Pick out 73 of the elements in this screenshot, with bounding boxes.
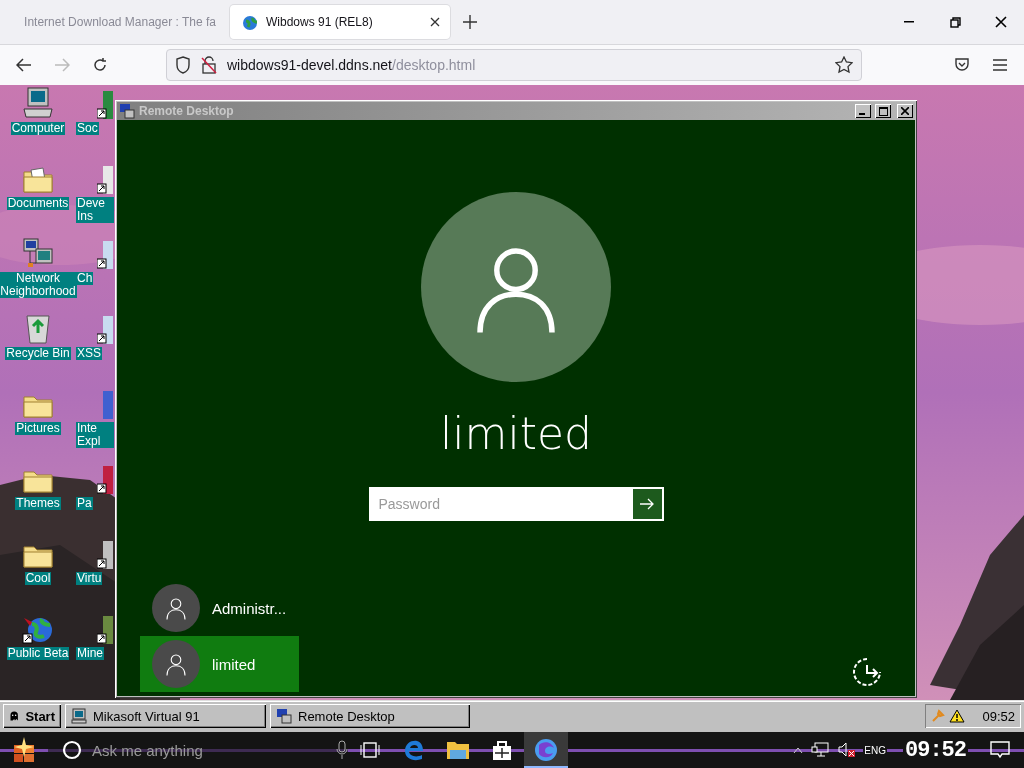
restore-icon — [949, 16, 961, 28]
address-field[interactable]: wibdows91-devel.ddns.net/desktop.html — [166, 49, 862, 81]
icon-label[interactable]: Computer — [10, 122, 66, 135]
browser-tab[interactable]: Wibdows 91 (REL8) — [230, 5, 450, 39]
close-icon — [995, 16, 1007, 28]
computer-icon — [276, 708, 292, 724]
submit-button[interactable] — [630, 487, 664, 521]
warning-icon — [949, 709, 965, 723]
network-icon[interactable] — [22, 237, 54, 269]
maximize-button[interactable] — [875, 104, 891, 118]
user-item[interactable]: Administr... — [140, 580, 299, 636]
edge-icon — [403, 739, 425, 761]
back-arrow-icon — [16, 58, 32, 72]
documents-folder-icon[interactable] — [22, 166, 54, 194]
icon-label[interactable]: Soc — [76, 122, 99, 135]
icon-label[interactable]: XSS — [76, 347, 102, 360]
window-title: Remote Desktop — [139, 104, 235, 118]
star-icon[interactable] — [835, 56, 853, 74]
icon-label[interactable]: Deve Ins — [76, 197, 114, 223]
icon-label[interactable]: Inte Expl — [76, 422, 114, 448]
microphone-icon[interactable] — [336, 740, 348, 760]
plus-icon — [463, 15, 477, 29]
taskbar-button[interactable]: Remote Desktop — [270, 704, 470, 728]
circle-icon — [62, 740, 82, 760]
clock: 09:52 — [982, 708, 1015, 724]
user-item[interactable]: limited — [140, 636, 299, 692]
person-icon — [164, 652, 188, 676]
ghost-icon — [9, 709, 20, 723]
computer-icon[interactable] — [23, 87, 53, 119]
insecure-lock-icon — [201, 56, 217, 74]
user-name: limited — [440, 408, 592, 459]
icon-label[interactable]: Public Beta — [6, 647, 70, 660]
volume-muted-icon[interactable] — [837, 742, 856, 758]
ease-of-access-icon[interactable] — [851, 656, 883, 688]
start-button[interactable]: Start — [3, 704, 61, 728]
icon-label[interactable]: Recycle Bin — [5, 347, 71, 360]
forward-arrow-icon — [54, 58, 70, 72]
password-field[interactable]: Password — [368, 487, 631, 521]
icon-label[interactable]: Documents — [6, 197, 70, 210]
maximize-icon — [878, 106, 888, 116]
computer-icon — [119, 103, 135, 119]
store-icon — [491, 739, 513, 761]
menu-icon — [993, 59, 1007, 71]
network-icon[interactable] — [811, 742, 830, 758]
folder-icon — [446, 740, 470, 760]
minimize-button[interactable] — [855, 104, 871, 118]
arrow-icon — [640, 498, 654, 510]
icon-label[interactable]: Ch — [76, 272, 94, 285]
close-button[interactable] — [897, 104, 913, 118]
computer-icon — [71, 708, 87, 724]
wrench-icon — [931, 709, 945, 723]
minimize-icon — [904, 21, 914, 23]
icon-label[interactable]: Cool — [24, 572, 52, 585]
pocket-icon — [954, 57, 970, 73]
close-icon — [901, 107, 909, 115]
icon-label[interactable]: Virtu — [76, 572, 103, 585]
icon-label[interactable]: Mine — [76, 647, 104, 660]
reload-icon — [92, 57, 108, 73]
browser-icon — [533, 737, 559, 763]
icon-label[interactable]: Pictures — [15, 422, 61, 435]
person-icon — [164, 596, 188, 620]
notification-icon[interactable] — [990, 741, 1010, 759]
icon-label[interactable]: Pa — [76, 497, 93, 510]
caret-icon[interactable] — [793, 746, 804, 754]
browser-tab[interactable]: Internet Download Manager : The fa — [6, 5, 226, 39]
recycle-bin-icon[interactable] — [24, 312, 52, 344]
shield-icon — [175, 56, 191, 74]
close-icon[interactable] — [430, 17, 440, 27]
icon-label[interactable]: Themes — [15, 497, 61, 510]
start-logo-icon — [11, 737, 37, 763]
taskbar-button[interactable]: Mikasoft Virtual 91 — [65, 704, 266, 728]
icon-label[interactable]: Network Neighborhood — [0, 272, 77, 298]
task-view-icon — [359, 742, 381, 758]
